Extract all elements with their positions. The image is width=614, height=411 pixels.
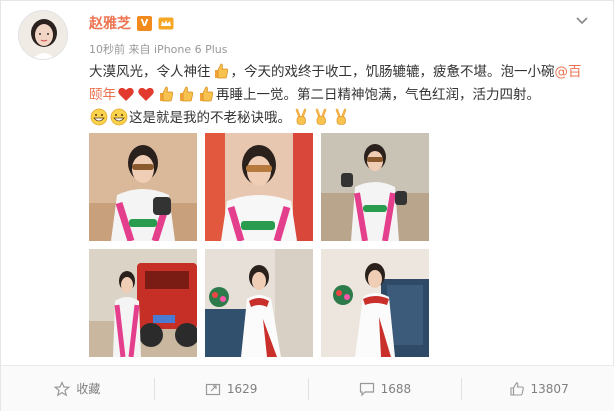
photo-grid xyxy=(89,133,429,359)
victory-hand-emoji-icon xyxy=(312,108,330,126)
post-text: 大漠风光，令人神往 ，今天的戏终于收工，饥肠辘辘，疲惫不堪。泡一小碗@百颐年 再睡上… xyxy=(89,61,594,130)
like-count: 13807 xyxy=(530,381,569,396)
thumbs-up-emoji-icon xyxy=(212,62,230,80)
repost-count: 1629 xyxy=(226,381,258,396)
text-segment: 大漠风光，令人神往 xyxy=(89,64,211,80)
thumbs-up-emoji-icon xyxy=(157,85,175,103)
comment-count: 1688 xyxy=(380,381,412,396)
photo-thumbnail-6[interactable] xyxy=(321,249,429,357)
thumbs-up-emoji-icon xyxy=(197,85,215,103)
vip-crown-icon[interactable] xyxy=(158,16,174,31)
user-name-row: 赵雅芝 V xyxy=(89,13,174,33)
verified-v-icon[interactable]: V xyxy=(137,15,152,31)
user-avatar[interactable] xyxy=(18,10,68,60)
photo-thumbnail-1[interactable] xyxy=(89,133,197,241)
photo-thumbnail-5[interactable] xyxy=(205,249,313,357)
weibo-post-card: 赵雅芝 V 10秒前 来自 iPhone 6 Plus 大漠风光，令人神往 ，今天… xyxy=(0,0,614,411)
user-name[interactable]: 赵雅芝 xyxy=(89,13,131,33)
post-time[interactable]: 10秒前 xyxy=(89,43,125,56)
photo-thumbnail-4[interactable] xyxy=(89,249,197,357)
comment-button[interactable]: 1688 xyxy=(309,377,463,400)
action-bar: 收藏 1629 1688 13807 xyxy=(1,365,614,411)
favorite-button[interactable]: 收藏 xyxy=(1,377,155,400)
text-segment: 这是就是我的不老秘诀哦。 xyxy=(129,110,291,126)
red-heart-emoji-icon xyxy=(117,85,135,103)
grin-emoji-icon xyxy=(90,108,108,126)
victory-hand-emoji-icon xyxy=(332,108,350,126)
share-icon xyxy=(205,383,220,395)
photo-thumbnail-3[interactable] xyxy=(321,133,429,241)
thumbs-up-emoji-icon xyxy=(177,85,195,103)
like-button[interactable]: 13807 xyxy=(462,378,614,400)
text-segment: 再睡上一觉。第二日精神饱满，气色红润，活力四射。 xyxy=(216,87,540,103)
star-icon xyxy=(54,380,71,396)
post-source[interactable]: iPhone 6 Plus xyxy=(154,43,228,56)
grin-emoji-icon xyxy=(110,108,128,126)
repost-button[interactable]: 1629 xyxy=(155,377,309,400)
victory-hand-emoji-icon xyxy=(292,108,310,126)
text-segment: ，今天的戏终于收工，饥肠辘辘，疲惫不堪。泡一小碗 xyxy=(230,64,555,80)
thumbs-up-icon xyxy=(509,381,524,396)
red-heart-emoji-icon xyxy=(137,85,155,103)
favorite-label: 收藏 xyxy=(76,382,101,396)
post-menu-chevron-icon[interactable] xyxy=(573,11,591,29)
comment-icon xyxy=(359,382,374,396)
photo-thumbnail-2[interactable] xyxy=(205,133,313,241)
post-meta: 10秒前 来自 iPhone 6 Plus xyxy=(89,41,228,57)
post-source-prefix: 来自 xyxy=(128,43,151,56)
